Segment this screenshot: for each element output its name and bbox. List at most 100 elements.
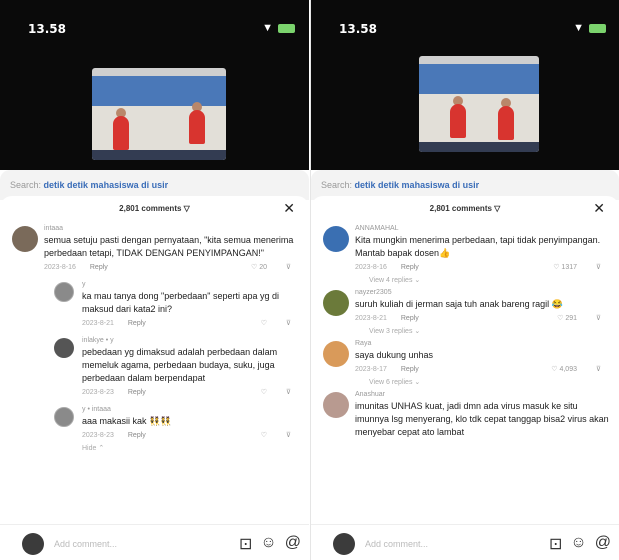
video-player[interactable]: 13.58 ▼	[311, 0, 619, 170]
battery-icon	[589, 23, 606, 33]
like-button[interactable]: ♡ 1317	[553, 260, 577, 276]
reply-button[interactable]: Reply	[128, 432, 146, 439]
avatar[interactable]	[12, 226, 38, 252]
comment-username[interactable]: y • intaaa	[82, 405, 301, 415]
like-button[interactable]: ♡ 20	[251, 260, 267, 276]
like-button[interactable]: ♡ 291	[557, 311, 577, 327]
avatar[interactable]	[323, 341, 349, 367]
comment-username[interactable]: ANNAMAHAL	[355, 224, 611, 234]
comment-meta: 2023-8-23 Reply ♡ ⊽	[82, 385, 301, 401]
close-icon[interactable]: ✕	[283, 200, 295, 217]
at-icon[interactable]: @	[595, 534, 611, 554]
search-prefix: Search:	[10, 180, 42, 190]
wifi-icon: ▼	[262, 22, 273, 34]
comment-input-bar: Add comment... ⊡ ☺ @	[311, 524, 619, 560]
input-icons: ⊡ ☺ @	[549, 534, 611, 554]
view-replies-button[interactable]: View 3 replies ⌄	[369, 327, 611, 335]
dislike-icon[interactable]: ⊽	[596, 260, 601, 276]
close-icon[interactable]: ✕	[593, 200, 605, 217]
comment-date: 2023-8-16	[44, 264, 76, 271]
search-prefix: Search:	[321, 180, 353, 190]
at-icon[interactable]: @	[285, 534, 301, 554]
input-icons: ⊡ ☺ @	[239, 534, 301, 554]
comment-username[interactable]: nayzer2305	[355, 288, 611, 298]
image-icon[interactable]: ⊡	[549, 534, 562, 554]
video-player[interactable]: 13.58 ▼	[0, 0, 309, 170]
comment-item: Anashuar imunitas UNHAS kuat, jadi dmn a…	[311, 390, 619, 439]
comment-item: nayzer2305 suruh kuliah di jerman saja t…	[311, 288, 619, 335]
avatar[interactable]	[54, 282, 74, 302]
dislike-icon[interactable]: ⊽	[596, 311, 601, 327]
wifi-icon: ▼	[573, 22, 584, 34]
comment-meta: 2023-8-21 Reply ♡ 291 ⊽	[355, 311, 611, 327]
dislike-icon[interactable]: ⊽	[286, 385, 291, 401]
dislike-icon[interactable]: ⊽	[286, 316, 291, 332]
dislike-icon[interactable]: ⊽	[596, 362, 601, 378]
avatar[interactable]	[323, 392, 349, 418]
reply-button[interactable]: Reply	[401, 264, 419, 271]
comment-input[interactable]: Add comment...	[365, 539, 428, 549]
like-button[interactable]: ♡ 4,093	[551, 362, 577, 378]
comment-meta: 2023-8-17 Reply ♡ 4,093 ⊽	[355, 362, 611, 378]
hide-replies-button[interactable]: Hide ⌃	[82, 444, 301, 452]
video-thumbnail[interactable]	[419, 56, 539, 152]
reply-item: inlakye • y pebedaan yg dimaksud adalah …	[0, 336, 309, 401]
dislike-icon[interactable]: ⊽	[286, 260, 291, 276]
comment-text: suruh kuliah di jerman saja tuh anak bar…	[355, 299, 563, 309]
comment-text: semua setuju pasti dengan pernyataan, "k…	[44, 235, 294, 258]
comment-meta: 2023-8-23 Reply ♡ ⊽	[82, 428, 301, 444]
reply-item: y ka mau tanya dong "perbedaan" seperti …	[0, 280, 309, 332]
comment-username[interactable]: Raya	[355, 339, 611, 349]
comment-username[interactable]: y	[82, 280, 301, 290]
right-screen: 13.58 ▼ Search: detik detik mahasiswa di…	[310, 0, 619, 560]
battery-icon	[278, 23, 295, 33]
comment-date: 2023-8-17	[355, 366, 387, 373]
comment-input[interactable]: Add comment...	[54, 539, 117, 549]
comment-meta: 2023-8-16 Reply ♡ 1317 ⊽	[355, 260, 611, 276]
comment-item: intaaa semua setuju pasti dengan pernyat…	[0, 224, 309, 276]
comment-item: Raya saya dukung unhas 2023-8-17 Reply ♡…	[311, 339, 619, 386]
video-thumbnail[interactable]	[92, 68, 226, 160]
avatar[interactable]	[323, 290, 349, 316]
avatar[interactable]	[323, 226, 349, 252]
comment-count: 2,801 comments ▽ ✕	[429, 200, 605, 217]
avatar[interactable]	[54, 338, 74, 358]
reply-button[interactable]: Reply	[90, 264, 108, 271]
reply-button[interactable]: Reply	[128, 389, 146, 396]
status-icons: ▼	[262, 22, 295, 34]
reply-button[interactable]: Reply	[401, 366, 419, 373]
like-button[interactable]: ♡	[261, 385, 267, 401]
reply-item: y • intaaa aaa makasii kak 👯👯 2023-8-23 …	[0, 405, 309, 452]
emoji-icon[interactable]: ☺	[570, 534, 586, 554]
comment-text: Kita mungkin menerima perbedaan, tapi ti…	[355, 235, 601, 258]
comment-username[interactable]: inlakye • y	[82, 336, 301, 346]
left-screen: 13.58 ▼ Search: detik detik mahasiswa di…	[0, 0, 309, 560]
comment-text: ka mau tanya dong "perbedaan" seperti ap…	[82, 291, 280, 314]
comment-username[interactable]: intaaa	[44, 224, 301, 234]
comment-text: imunitas UNHAS kuat, jadi dmn ada virus …	[355, 401, 609, 437]
emoji-icon[interactable]: ☺	[260, 534, 276, 554]
comment-date: 2023-8-21	[355, 315, 387, 322]
view-replies-button[interactable]: View 6 replies ⌄	[369, 378, 611, 386]
avatar	[22, 533, 44, 555]
comment-text: pebedaan yg dimaksud adalah perbedaan da…	[82, 347, 278, 383]
comment-count: 2,801 comments ▽ ✕	[119, 200, 295, 217]
comment-meta: 2023-8-16 Reply ♡ 20 ⊽	[44, 260, 301, 276]
status-time: 13.58	[28, 22, 66, 36]
view-replies-button[interactable]: View 4 replies ⌄	[369, 276, 611, 284]
avatar	[333, 533, 355, 555]
reply-button[interactable]: Reply	[401, 315, 419, 322]
status-icons: ▼	[573, 22, 606, 34]
comments-sheet: 2,801 comments ▽ ✕ intaaa semua setuju p…	[0, 196, 309, 560]
reply-button[interactable]: Reply	[128, 320, 146, 327]
avatar[interactable]	[54, 407, 74, 427]
like-button[interactable]: ♡	[261, 316, 267, 332]
comments-sheet: 2,801 comments ▽ ✕ ANNAMAHAL Kita mungki…	[311, 196, 619, 560]
image-icon[interactable]: ⊡	[239, 534, 252, 554]
like-button[interactable]: ♡	[261, 428, 267, 444]
comment-item: ANNAMAHAL Kita mungkin menerima perbedaa…	[311, 224, 619, 284]
comment-text: saya dukung unhas	[355, 350, 434, 360]
comment-username[interactable]: Anashuar	[355, 390, 611, 400]
dislike-icon[interactable]: ⊽	[286, 428, 291, 444]
comment-text: aaa makasii kak 👯👯	[82, 416, 172, 426]
